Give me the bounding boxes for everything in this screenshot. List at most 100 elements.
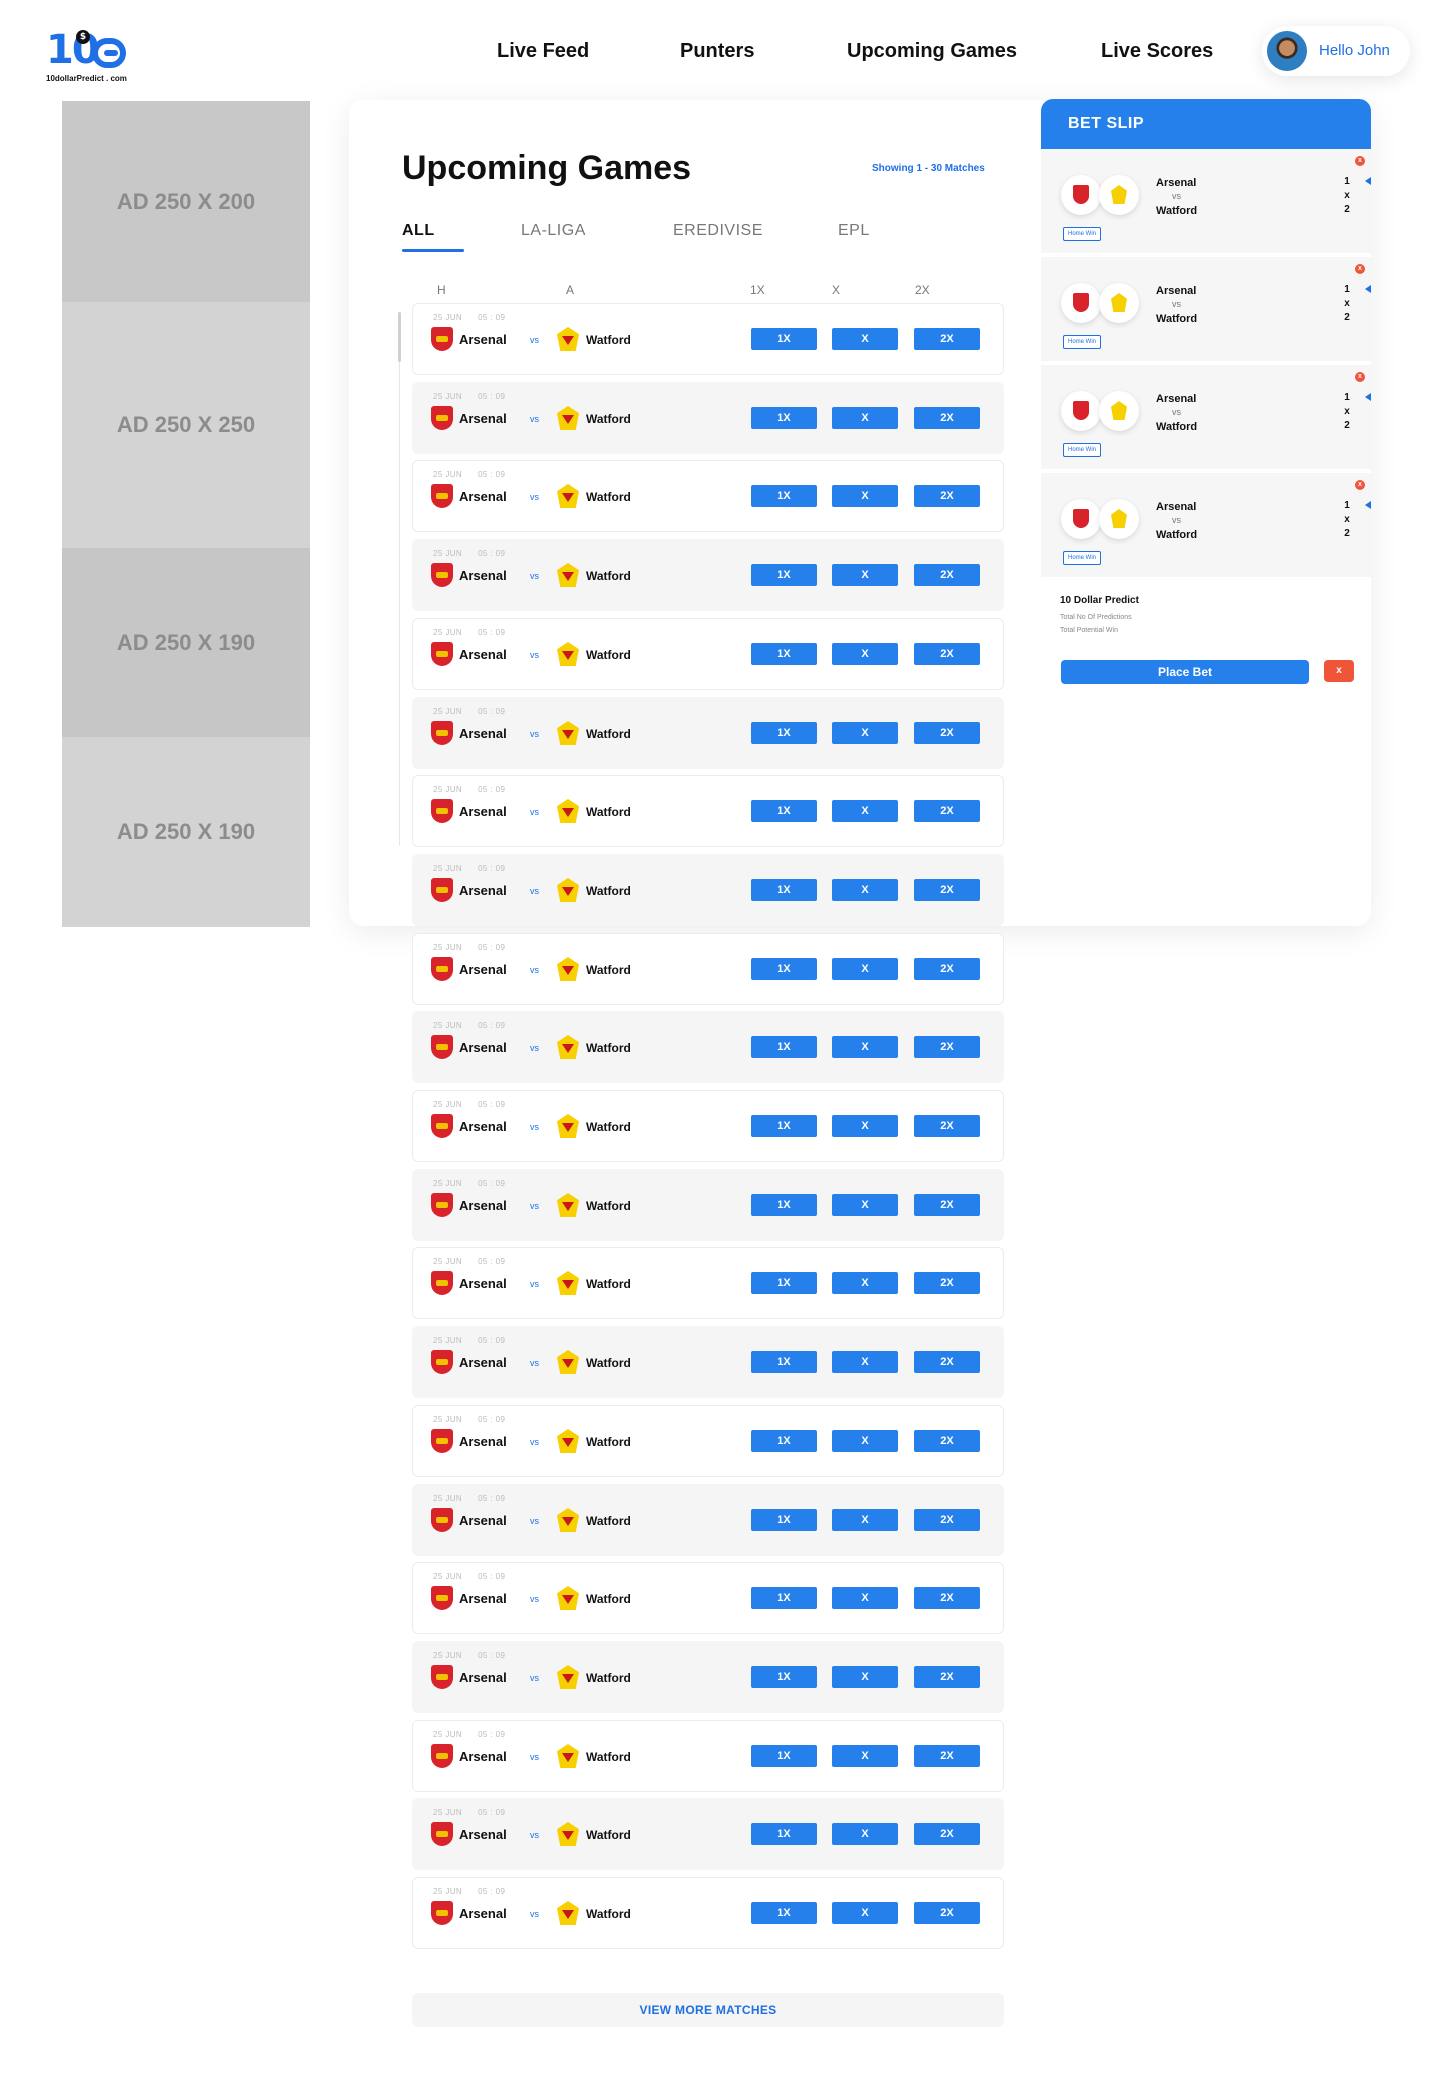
- odd-1x-button[interactable]: 1X: [751, 407, 817, 429]
- match-datetime: 25 JUN 05 : 09: [433, 1336, 505, 1346]
- odd-1x-button[interactable]: 1X: [751, 879, 817, 901]
- odd-2x-button[interactable]: 2X: [914, 1587, 980, 1609]
- odd-x-button[interactable]: X: [832, 1666, 898, 1688]
- remove-bet-icon[interactable]: x: [1355, 480, 1365, 490]
- scrollbar-thumb[interactable]: [398, 312, 401, 362]
- watford-crest-icon: [557, 1035, 579, 1059]
- odd-2x-button[interactable]: 2X: [914, 879, 980, 901]
- tab-eredivise[interactable]: EREDIVISE: [673, 220, 763, 242]
- nav-live-scores[interactable]: Live Scores: [1101, 36, 1213, 66]
- ad-slot-1[interactable]: AD 250 X 200: [62, 101, 310, 302]
- odd-2x-button[interactable]: 2X: [914, 1666, 980, 1688]
- odd-1x-button[interactable]: 1X: [751, 1823, 817, 1845]
- vs-label: vs: [530, 1594, 539, 1604]
- remove-bet-icon[interactable]: x: [1355, 156, 1365, 166]
- tab-all[interactable]: ALL: [402, 220, 435, 242]
- odd-1x-button[interactable]: 1X: [751, 564, 817, 586]
- odd-1x-button[interactable]: 1X: [751, 328, 817, 350]
- odd-2x-button[interactable]: 2X: [914, 1745, 980, 1767]
- odd-1x-button[interactable]: 1X: [751, 1902, 817, 1924]
- odd-x-button[interactable]: X: [832, 564, 898, 586]
- odd-2x-button[interactable]: 2X: [914, 643, 980, 665]
- odd-x-button[interactable]: X: [832, 1430, 898, 1452]
- odd-2x-button[interactable]: 2X: [914, 1351, 980, 1373]
- home-team: Arsenal: [459, 804, 507, 819]
- odd-x-button[interactable]: X: [832, 1036, 898, 1058]
- odd-x-button[interactable]: X: [832, 722, 898, 744]
- odd-x-button[interactable]: X: [832, 1272, 898, 1294]
- odd-1x-button[interactable]: 1X: [751, 1272, 817, 1294]
- place-bet-button[interactable]: Place Bet: [1061, 660, 1309, 684]
- tab-la-liga[interactable]: LA-LIGA: [521, 220, 586, 242]
- odd-x-button[interactable]: X: [832, 1509, 898, 1531]
- odd-2x-button[interactable]: 2X: [914, 564, 980, 586]
- odd-2x-button[interactable]: 2X: [914, 1194, 980, 1216]
- match-datetime: 25 JUN 05 : 09: [433, 470, 505, 480]
- odd-x-button[interactable]: X: [832, 1823, 898, 1845]
- odd-1x-button[interactable]: 1X: [751, 1351, 817, 1373]
- user-greeting: Hello John: [1319, 42, 1390, 59]
- view-more-button[interactable]: VIEW MORE MATCHES: [412, 1993, 1004, 2027]
- odd-2x-button[interactable]: 2X: [914, 1823, 980, 1845]
- odd-1x-button[interactable]: 1X: [751, 1430, 817, 1452]
- clear-slip-button[interactable]: x: [1324, 660, 1354, 682]
- odd-2x-button[interactable]: 2X: [914, 1509, 980, 1531]
- odd-2x-button[interactable]: 2X: [914, 1272, 980, 1294]
- odd-1x-button[interactable]: 1X: [751, 1036, 817, 1058]
- odd-2x-button[interactable]: 2X: [914, 407, 980, 429]
- tab-epl[interactable]: EPL: [838, 220, 870, 242]
- odd-x-button[interactable]: X: [832, 958, 898, 980]
- odd-x-button[interactable]: X: [832, 1902, 898, 1924]
- prediction-tag[interactable]: Home Win: [1063, 335, 1102, 349]
- odd-x-button[interactable]: X: [832, 1745, 898, 1767]
- odd-1x-button[interactable]: 1X: [751, 722, 817, 744]
- odd-2x-button[interactable]: 2X: [914, 1115, 980, 1137]
- odd-1x-button[interactable]: 1X: [751, 800, 817, 822]
- odd-x-button[interactable]: X: [832, 407, 898, 429]
- nav-upcoming-games[interactable]: Upcoming Games: [847, 36, 1017, 66]
- odd-x-button[interactable]: X: [832, 328, 898, 350]
- odd-x-button[interactable]: X: [832, 1194, 898, 1216]
- nav-live-feed[interactable]: Live Feed: [497, 36, 589, 66]
- odd-1x-button[interactable]: 1X: [751, 1194, 817, 1216]
- odd-1x-button[interactable]: 1X: [751, 1115, 817, 1137]
- odd-1x-button[interactable]: 1X: [751, 1509, 817, 1531]
- prediction-tag[interactable]: Home Win: [1063, 227, 1102, 241]
- remove-bet-icon[interactable]: x: [1355, 264, 1365, 274]
- selection-arrow-icon: [1365, 393, 1371, 401]
- odd-1x-button[interactable]: 1X: [751, 1666, 817, 1688]
- odd-1x-button[interactable]: 1X: [751, 643, 817, 665]
- odd-2x-button[interactable]: 2X: [914, 328, 980, 350]
- match-row: 25 JUN 05 : 09 Arsenal vs Watford 1X X 2X: [412, 1090, 1004, 1162]
- odd-x-button[interactable]: X: [832, 1115, 898, 1137]
- arsenal-crest-icon: [431, 642, 453, 666]
- odd-2x-button[interactable]: 2X: [914, 485, 980, 507]
- odd-x-button[interactable]: X: [832, 879, 898, 901]
- odd-x-button[interactable]: X: [832, 643, 898, 665]
- slip-odd-1: 1: [1344, 284, 1350, 295]
- odd-x-button[interactable]: X: [832, 1587, 898, 1609]
- user-menu[interactable]: Hello John: [1262, 26, 1410, 76]
- watford-crest-icon: [557, 1508, 579, 1532]
- odd-2x-button[interactable]: 2X: [914, 1430, 980, 1452]
- odd-1x-button[interactable]: 1X: [751, 1745, 817, 1767]
- odd-2x-button[interactable]: 2X: [914, 800, 980, 822]
- prediction-tag[interactable]: Home Win: [1063, 551, 1102, 565]
- odd-x-button[interactable]: X: [832, 1351, 898, 1373]
- nav-punters[interactable]: Punters: [680, 36, 754, 66]
- ad-slot-4[interactable]: AD 250 X 190: [62, 737, 310, 927]
- odd-1x-button[interactable]: 1X: [751, 958, 817, 980]
- odd-1x-button[interactable]: 1X: [751, 1587, 817, 1609]
- odd-2x-button[interactable]: 2X: [914, 1036, 980, 1058]
- vs-label: vs: [530, 414, 539, 424]
- odd-2x-button[interactable]: 2X: [914, 958, 980, 980]
- odd-2x-button[interactable]: 2X: [914, 1902, 980, 1924]
- ad-slot-2[interactable]: AD 250 X 250: [62, 302, 310, 548]
- odd-2x-button[interactable]: 2X: [914, 722, 980, 744]
- prediction-tag[interactable]: Home Win: [1063, 443, 1102, 457]
- remove-bet-icon[interactable]: x: [1355, 372, 1365, 382]
- odd-x-button[interactable]: X: [832, 800, 898, 822]
- odd-x-button[interactable]: X: [832, 485, 898, 507]
- ad-slot-3[interactable]: AD 250 X 190: [62, 548, 310, 737]
- odd-1x-button[interactable]: 1X: [751, 485, 817, 507]
